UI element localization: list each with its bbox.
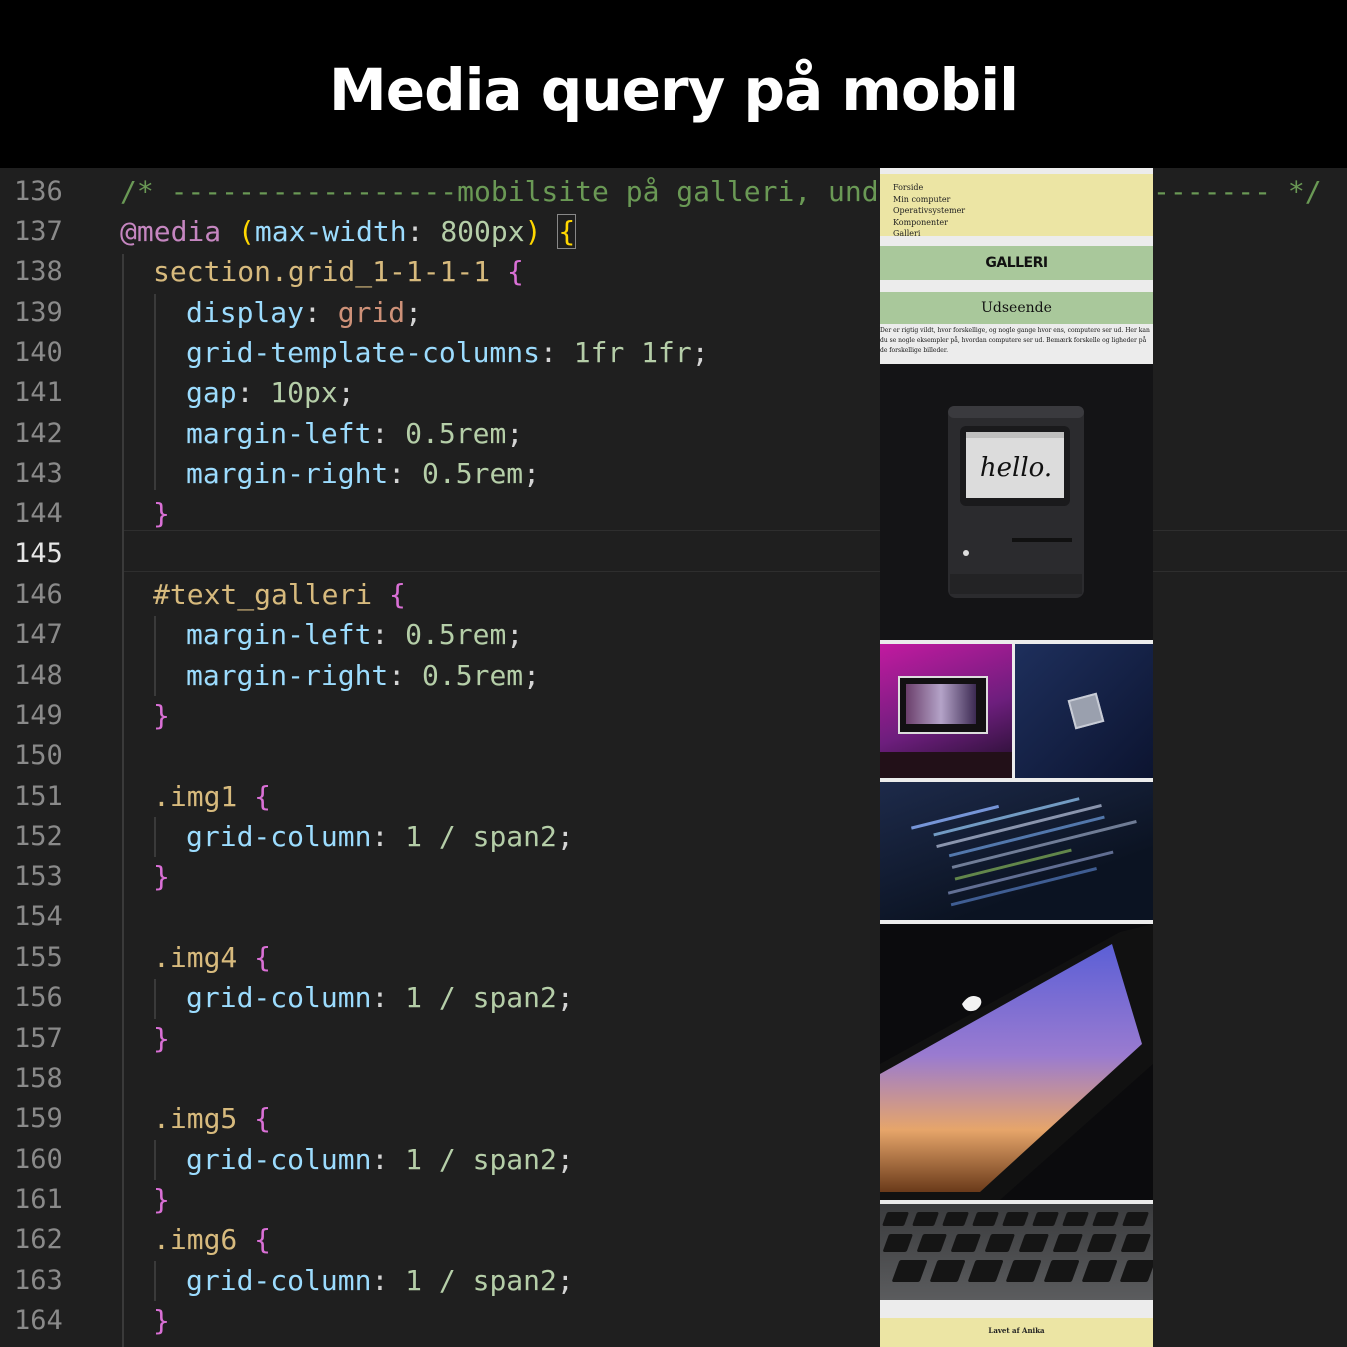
nav-item-operativsystemer[interactable]: Operativsystemer	[893, 206, 965, 216]
current-line-highlight	[124, 530, 1347, 572]
comment-end: ------- */	[1153, 175, 1322, 208]
hello-text: hello.	[980, 453, 1052, 483]
site-nav: Forside Min computer Operativsystemer Ko…	[880, 174, 1153, 239]
value: 0.5rem	[405, 417, 507, 450]
gallery-image-laptop	[880, 924, 1153, 1200]
gallery-image-chip	[1015, 644, 1153, 778]
value: grid	[337, 296, 406, 329]
open-brace: {	[557, 214, 577, 249]
nav-item-min-computer[interactable]: Min computer	[893, 195, 950, 205]
open-brace: {	[254, 1102, 272, 1135]
property: grid-column	[186, 981, 372, 1014]
close-brace: }	[153, 860, 170, 893]
line-number: 150	[14, 740, 63, 771]
chip	[1067, 692, 1105, 730]
media-feature: max-width	[254, 215, 407, 248]
keyboard-illustration	[882, 1212, 1153, 1282]
nav-item-galleri[interactable]: Galleri	[893, 229, 920, 239]
value: 1fr 1fr	[573, 336, 692, 369]
gallery-image-vintage-mac: hello.	[880, 364, 1153, 640]
paren-open: (	[238, 215, 255, 248]
value: 10px	[270, 376, 338, 409]
site-footer: Lavet af Anika	[880, 1318, 1153, 1347]
property: margin-left	[186, 618, 372, 651]
selector: #text_galleri	[153, 578, 373, 611]
selector: section.grid_1-1-1-1	[153, 255, 491, 288]
close-brace: }	[153, 1304, 170, 1337]
line-number: 154	[14, 901, 63, 932]
value: 0.5rem	[422, 457, 524, 490]
gallery-description: Der er rigtig vildt, hvor forskellige, o…	[880, 327, 1150, 354]
open-brace: {	[254, 941, 272, 974]
property: gap	[186, 376, 237, 409]
media-value: 800px	[440, 215, 525, 248]
value: 0.5rem	[422, 659, 524, 692]
vintage-mac-illustration: hello.	[948, 406, 1084, 598]
gallery-image-imac	[880, 644, 1012, 778]
line-number: 145	[14, 538, 63, 569]
property: margin-right	[186, 457, 389, 490]
property: grid-column	[186, 820, 372, 853]
property: margin-left	[186, 417, 372, 450]
close-brace: }	[153, 1022, 170, 1055]
selector: .img1	[153, 780, 238, 813]
property: grid-column	[186, 1143, 372, 1176]
property: grid-template-columns	[186, 336, 541, 369]
close-brace: }	[153, 1183, 170, 1216]
property: grid-column	[186, 1264, 372, 1297]
value: 0.5rem	[405, 618, 507, 651]
code-screen-illustration	[910, 797, 1137, 907]
media-query: @media (max-width: 800px) {	[120, 212, 577, 252]
colon: :	[406, 215, 424, 248]
open-brace: {	[389, 578, 406, 611]
paren-close: )	[524, 215, 542, 248]
line-number: 158	[14, 1063, 63, 1094]
section-title: GALLERI	[880, 246, 1153, 280]
property: display	[186, 296, 305, 329]
subheading: Udseende	[880, 292, 1153, 324]
nav-item-forside[interactable]: Forside	[893, 183, 923, 193]
nav-item-komponenter[interactable]: Komponenter	[893, 218, 948, 228]
value: 1 / span2	[405, 981, 557, 1014]
value: 1 / span2	[405, 1264, 557, 1297]
selector: .img4	[153, 941, 238, 974]
imac-screen	[898, 676, 988, 734]
close-brace: }	[153, 497, 170, 530]
value: 1 / span2	[405, 820, 557, 853]
banner-title: Media query på mobil	[329, 56, 1019, 124]
selector: .img5	[153, 1102, 238, 1135]
at-rule: @media	[120, 215, 222, 248]
property: margin-right	[186, 659, 389, 692]
open-brace: {	[254, 780, 272, 813]
laptop-illustration	[880, 924, 1153, 1200]
close-brace: }	[153, 699, 170, 732]
gallery-image-code-screen	[880, 782, 1153, 920]
value: 1 / span2	[405, 1143, 557, 1176]
open-brace: {	[507, 255, 524, 288]
gallery-image-keyboard	[880, 1204, 1153, 1300]
selector: .img6	[153, 1223, 238, 1256]
comment-text: /* -----------------mobilsite på galleri…	[120, 175, 913, 208]
mobile-preview: Forside Min computer Operativsystemer Ko…	[880, 168, 1153, 1347]
banner: Media query på mobil	[0, 0, 1347, 168]
open-brace: {	[254, 1223, 272, 1256]
